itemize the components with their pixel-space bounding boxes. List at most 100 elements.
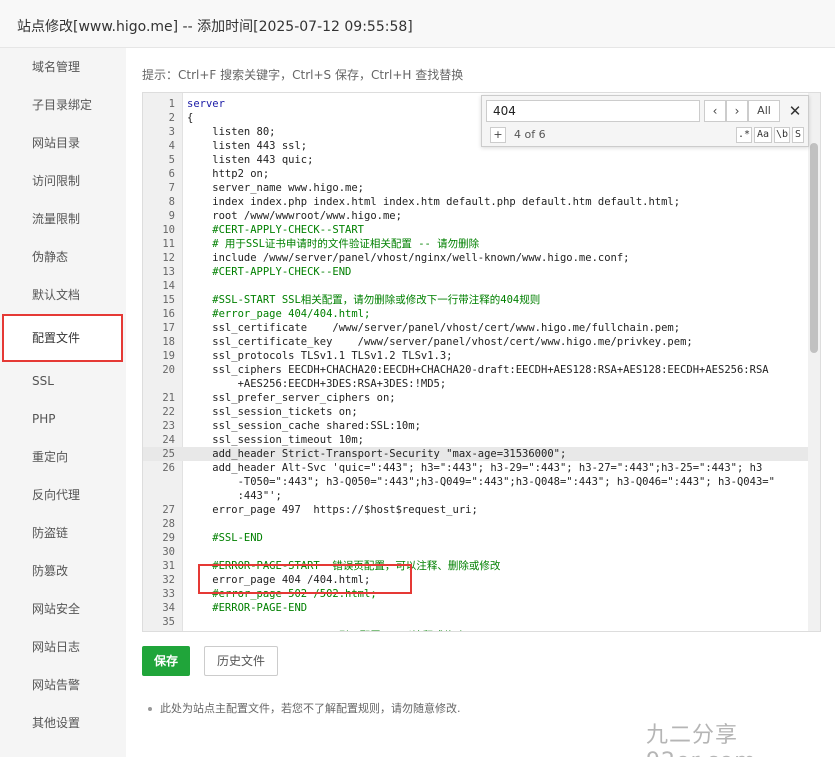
sidebar-item[interactable]: 防篡改 — [0, 552, 126, 590]
sidebar-item[interactable]: 防盗链 — [0, 514, 126, 552]
code-line[interactable]: 22 ssl_session_tickets on; — [143, 405, 809, 419]
code-line[interactable]: 26 add_header Alt-Svc 'quic=":443"; h3="… — [143, 461, 809, 503]
code-line[interactable]: 13 #CERT-APPLY-CHECK--END — [143, 265, 809, 279]
code-line[interactable]: 29 #SSL-END — [143, 531, 809, 545]
code-line[interactable]: 9 root /www/wwwroot/www.higo.me; — [143, 209, 809, 223]
case-sensitive-toggle[interactable]: Aa — [754, 127, 772, 143]
code-text[interactable]: add_header Strict-Transport-Security "ma… — [179, 447, 799, 461]
code-text[interactable]: ssl_session_tickets on; — [179, 405, 799, 419]
save-button[interactable]: 保存 — [142, 646, 190, 676]
sidebar-item[interactable]: 反向代理 — [0, 476, 126, 514]
code-line[interactable]: 12 include /www/server/panel/vhost/nginx… — [143, 251, 809, 265]
code-text[interactable]: listen 443 quic; — [179, 153, 799, 167]
whole-word-toggle[interactable]: \b — [774, 127, 790, 143]
code-line[interactable]: 25 add_header Strict-Transport-Security … — [143, 447, 809, 461]
code-line[interactable]: 34 #ERROR-PAGE-END — [143, 601, 809, 615]
code-line[interactable]: 36 #PHP-INFO-START PHP引用配置，可以注释或修改 — [143, 629, 809, 631]
code-text[interactable]: #CERT-APPLY-CHECK--END — [179, 265, 799, 279]
code-text[interactable]: ssl_ciphers EECDH+CHACHA20:EECDH+CHACHA2… — [179, 363, 799, 391]
code-text[interactable] — [179, 545, 799, 559]
code-text[interactable]: error_page 404 /404.html; — [179, 573, 799, 587]
code-text[interactable]: #SSL-START SSL相关配置，请勿删除或修改下一行带注释的404规则 — [179, 293, 799, 307]
search-input[interactable]: 404 — [486, 100, 700, 122]
regex-toggle[interactable]: .* — [736, 127, 752, 143]
code-text[interactable]: index index.php index.html index.htm def… — [179, 195, 799, 209]
code-text[interactable]: http2 on; — [179, 167, 799, 181]
code-text[interactable]: # 用于SSL证书申请时的文件验证相关配置 -- 请勿删除 — [179, 237, 799, 251]
chevron-left-icon[interactable]: ‹ — [704, 100, 726, 122]
sidebar-item[interactable]: 子目录绑定 — [0, 86, 126, 124]
code-line[interactable]: 5 listen 443 quic; — [143, 153, 809, 167]
sidebar-item[interactable]: 访问限制 — [0, 162, 126, 200]
code-text[interactable]: #error_page 404/404.html; — [179, 307, 799, 321]
line-number: 2 — [168, 112, 175, 124]
sidebar-item[interactable]: 默认文档 — [0, 276, 126, 314]
code-line[interactable]: 24 ssl_session_timeout 10m; — [143, 433, 809, 447]
code-text[interactable]: root /www/wwwroot/www.higo.me; — [179, 209, 799, 223]
code-line[interactable]: 32 error_page 404 /404.html; — [143, 573, 809, 587]
sidebar-item[interactable]: 其他设置 — [0, 704, 126, 742]
sidebar-item[interactable]: PHP — [0, 400, 126, 438]
toggle-replace-button[interactable]: + — [490, 127, 506, 143]
code-text[interactable]: ssl_certificate /www/server/panel/vhost/… — [179, 321, 799, 335]
code-text[interactable]: #ERROR-PAGE-START 错误页配置，可以注释、删除或修改 — [179, 559, 799, 573]
close-icon[interactable]: ✕ — [786, 100, 804, 122]
code-text[interactable]: add_header Alt-Svc 'quic=":443"; h3=":44… — [179, 461, 799, 503]
code-line[interactable]: 27 error_page 497 https://$host$request_… — [143, 503, 809, 517]
code-line[interactable]: 23 ssl_session_cache shared:SSL:10m; — [143, 419, 809, 433]
find-all-button[interactable]: All — [748, 100, 780, 122]
code-line[interactable]: 18 ssl_certificate_key /www/server/panel… — [143, 335, 809, 349]
code-line[interactable]: 31 #ERROR-PAGE-START 错误页配置，可以注释、删除或修改 — [143, 559, 809, 573]
code-text[interactable]: ssl_certificate_key /www/server/panel/vh… — [179, 335, 799, 349]
code-line[interactable]: 6 http2 on; — [143, 167, 809, 181]
search-selection-toggle[interactable]: S — [792, 127, 804, 143]
config-editor[interactable]: 1 server 2{3 listen 80; 4 listen 443 ssl; 5 … — [142, 92, 821, 632]
code-line[interactable]: 11 # 用于SSL证书申请时的文件验证相关配置 -- 请勿删除 — [143, 237, 809, 251]
sidebar-item[interactable]: 网站日志 — [0, 628, 126, 666]
code-line[interactable]: 8 index index.php index.html index.htm d… — [143, 195, 809, 209]
code-line[interactable]: 14 — [143, 279, 809, 293]
sidebar-item[interactable]: SSL — [0, 362, 126, 400]
code-line[interactable]: 19 ssl_protocols TLSv1.1 TLSv1.2 TLSv1.3… — [143, 349, 809, 363]
sidebar-item[interactable]: 网站目录 — [0, 124, 126, 162]
code-text[interactable] — [179, 517, 799, 531]
code-area[interactable]: 1 server 2{3 listen 80; 4 listen 443 ssl; 5 … — [143, 97, 809, 631]
history-files-button[interactable]: 历史文件 — [204, 646, 278, 676]
sidebar-item[interactable]: 流量限制 — [0, 200, 126, 238]
code-text[interactable]: error_page 497 https://$host$request_uri… — [179, 503, 799, 517]
vertical-scrollbar[interactable] — [808, 93, 820, 631]
code-line[interactable]: 35 — [143, 615, 809, 629]
code-text[interactable]: ssl_protocols TLSv1.1 TLSv1.2 TLSv1.3; — [179, 349, 799, 363]
code-text[interactable] — [179, 279, 799, 293]
scrollbar-thumb[interactable] — [810, 143, 818, 353]
code-line[interactable]: 15 #SSL-START SSL相关配置，请勿删除或修改下一行带注释的404规… — [143, 293, 809, 307]
code-text[interactable]: include /www/server/panel/vhost/nginx/we… — [179, 251, 799, 265]
sidebar-item[interactable]: 配置文件 — [2, 314, 123, 362]
code-text[interactable]: server_name www.higo.me; — [179, 181, 799, 195]
sidebar-item[interactable]: 伪静态 — [0, 238, 126, 276]
code-line[interactable]: 16 #error_page 404/404.html; — [143, 307, 809, 321]
code-text[interactable]: #ERROR-PAGE-END — [179, 601, 799, 615]
code-text[interactable]: #error_page 502 /502.html; — [179, 587, 799, 601]
code-line[interactable]: 33 #error_page 502 /502.html; — [143, 587, 809, 601]
code-line[interactable]: 30 — [143, 545, 809, 559]
sidebar-item[interactable]: 网站安全 — [0, 590, 126, 628]
code-text[interactable] — [179, 615, 799, 629]
code-text[interactable]: #PHP-INFO-START PHP引用配置，可以注释或修改 — [179, 629, 799, 631]
sidebar-item[interactable]: 域名管理 — [0, 48, 126, 86]
code-text[interactable]: #SSL-END — [179, 531, 799, 545]
code-line[interactable]: 17 ssl_certificate /www/server/panel/vho… — [143, 321, 809, 335]
code-line[interactable]: 7 server_name www.higo.me; — [143, 181, 809, 195]
line-number: 13 — [162, 266, 175, 278]
code-line[interactable]: 21 ssl_prefer_server_ciphers on; — [143, 391, 809, 405]
sidebar-item[interactable]: 重定向 — [0, 438, 126, 476]
sidebar-item[interactable]: 网站告警 — [0, 666, 126, 704]
code-text[interactable]: ssl_prefer_server_ciphers on; — [179, 391, 799, 405]
chevron-right-icon[interactable]: › — [726, 100, 748, 122]
code-line[interactable]: 20 ssl_ciphers EECDH+CHACHA20:EECDH+CHAC… — [143, 363, 809, 391]
code-text[interactable]: #CERT-APPLY-CHECK--START — [179, 223, 799, 237]
code-line[interactable]: 28 — [143, 517, 809, 531]
code-text[interactable]: ssl_session_timeout 10m; — [179, 433, 799, 447]
code-text[interactable]: ssl_session_cache shared:SSL:10m; — [179, 419, 799, 433]
code-line[interactable]: 10 #CERT-APPLY-CHECK--START — [143, 223, 809, 237]
